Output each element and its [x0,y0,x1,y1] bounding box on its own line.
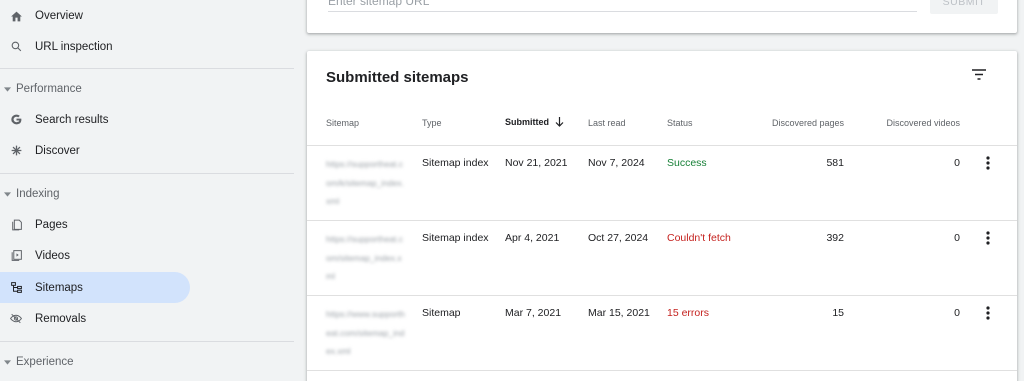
pages-icon [8,217,24,233]
column-header-sitemap[interactable]: Sitemap [326,118,359,128]
sidebar-item-label: Pages [35,218,68,231]
google-g-icon [8,112,24,128]
column-header-discovered-videos[interactable]: Discovered videos [860,118,960,128]
card-title: Submitted sitemaps [326,69,469,86]
section-experience[interactable]: Experience [0,351,300,373]
more-actions-button[interactable] [978,305,998,325]
status-text: Success [667,157,707,169]
discovered-pages-count: 392 [826,232,844,244]
section-label: Indexing [16,188,60,200]
sidebar-item-label: URL inspection [35,40,113,53]
column-header-type[interactable]: Type [422,118,442,128]
sidebar-item-removals[interactable]: Removals [0,303,190,334]
submitted-sitemaps-card: Submitted sitemaps Sitemap Type Submitte… [307,51,1017,381]
section-indexing[interactable]: Indexing [0,183,300,205]
table-row[interactable]: https://supportheat.com/sitemap_index.xm… [307,220,1017,295]
videos-icon [8,248,24,264]
submitted-date: Apr 4, 2021 [505,232,560,244]
caret-down-icon [3,85,11,93]
sitemap-icon [8,280,24,296]
status-text: Couldn't fetch [667,232,731,244]
filter-button[interactable] [967,64,991,88]
section-performance[interactable]: Performance [0,78,300,100]
removals-icon [8,311,24,327]
caret-down-icon [3,358,11,366]
search-icon [8,39,24,55]
add-sitemap-card: SUBMIT [307,0,1017,33]
section-label: Performance [16,83,82,95]
sidebar-item-sitemaps[interactable]: Sitemaps [0,272,190,303]
caret-down-icon [3,190,11,198]
sidebar: Overview URL inspection Performance Sear… [0,0,300,381]
sidebar-item-videos[interactable]: Videos [0,240,190,271]
sidebar-divider [0,341,294,342]
submit-button[interactable]: SUBMIT [930,0,998,14]
filter-icon [972,67,986,85]
discovered-videos-count: 0 [954,157,960,169]
sidebar-item-url-inspection[interactable]: URL inspection [0,31,190,62]
home-icon [8,8,24,24]
sidebar-item-pages[interactable]: Pages [0,209,190,240]
sidebar-item-label: Overview [35,9,83,22]
discovered-videos-count: 0 [954,307,960,319]
sitemap-url-input[interactable] [328,0,917,12]
discovered-pages-count: 581 [826,157,844,169]
more-actions-button[interactable] [978,230,998,250]
submitted-date: Mar 7, 2021 [505,307,562,319]
sidebar-item-label: Sitemaps [35,281,83,294]
sitemap-type: Sitemap index [422,157,489,169]
last-read-date: Mar 15, 2021 [588,307,650,319]
column-header-status[interactable]: Status [667,118,693,128]
table-row[interactable]: https://supportheat.com/k/sitemap_index.… [307,145,1017,220]
sitemap-type: Sitemap [422,307,461,319]
status-text: 15 errors [667,307,710,319]
last-read-date: Nov 7, 2024 [588,157,645,169]
sidebar-item-label: Removals [35,312,87,325]
column-header-label: Submitted [505,117,549,127]
table-row[interactable]: https://www.supportheat.com/sitemap_inde… [307,295,1017,370]
discovered-videos-count: 0 [954,232,960,244]
more-vert-icon [986,155,990,175]
arrow-down-icon [555,117,564,127]
sitemap-url[interactable]: https://supportheat.com/sitemap_index.xm… [326,230,406,286]
submitted-date: Nov 21, 2021 [505,157,568,169]
more-actions-button[interactable] [978,155,998,175]
column-header-submitted[interactable]: Submitted [505,117,564,127]
last-read-date: Oct 27, 2024 [588,232,649,244]
more-vert-icon [986,305,990,325]
sitemap-type: Sitemap index [422,232,489,244]
sidebar-item-label: Videos [35,249,70,262]
section-label: Experience [16,356,74,368]
sitemap-url[interactable]: https://supportheat.com/k/sitemap_index.… [326,155,406,211]
column-header-last-read[interactable]: Last read [588,118,626,128]
more-vert-icon [986,230,990,250]
sidebar-item-label: Discover [35,144,80,157]
sidebar-item-overview[interactable]: Overview [0,0,190,31]
sidebar-item-label: Search results [35,113,109,126]
sidebar-divider [0,173,294,174]
sidebar-item-discover[interactable]: Discover [0,135,190,166]
column-header-discovered-pages[interactable]: Discovered pages [744,118,844,128]
discovered-pages-count: 15 [832,307,844,319]
sitemap-url[interactable]: https://www.supportheat.com/sitemap_inde… [326,305,406,361]
table-row [307,370,1017,381]
sidebar-divider [0,68,294,69]
asterisk-icon [8,143,24,159]
sidebar-item-search-results[interactable]: Search results [0,104,190,135]
